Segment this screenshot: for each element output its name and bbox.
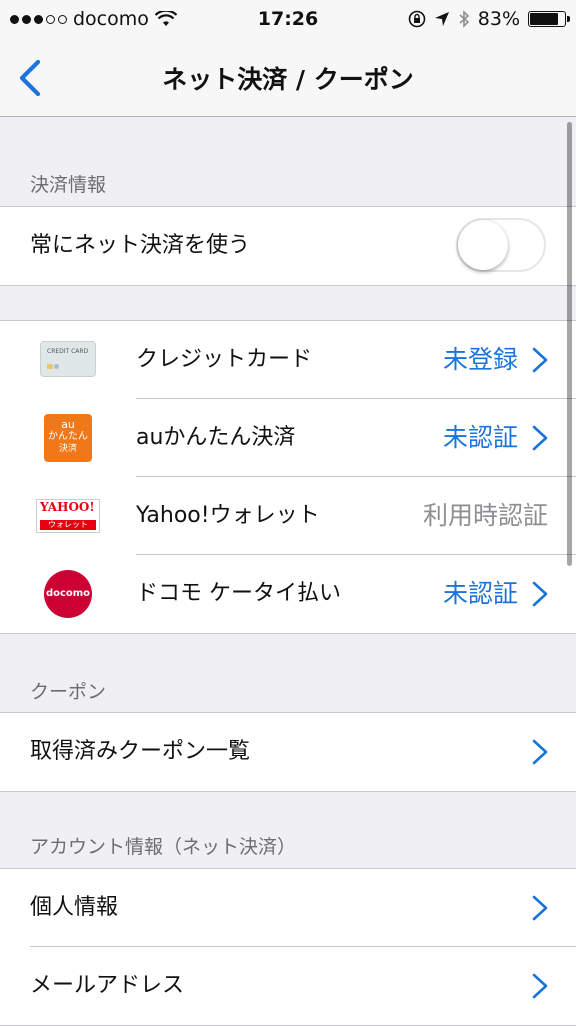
acquired-coupons-label: 取得済みクーポン一覧 <box>30 739 251 764</box>
au-easy-payment-logo: au かんたん 決済 <box>44 414 92 462</box>
bluetooth-icon <box>459 10 469 28</box>
rotation-lock-icon <box>408 10 426 28</box>
section-header-payment-info: 決済情報 <box>30 174 107 196</box>
coupon-group: 取得済みクーポン一覧 <box>0 712 576 792</box>
payment-method-docomo[interactable]: docomo ドコモ ケータイ払い 未認証 <box>0 555 576 633</box>
acquired-coupons-row[interactable]: 取得済みクーポン一覧 <box>0 713 576 791</box>
account-group: 個人情報 メールアドレス <box>0 868 576 1026</box>
credit-card-logo-text: CREDIT CARD <box>47 348 89 355</box>
section-header-account: アカウント情報（ネット決済） <box>30 836 297 858</box>
always-use-payment-label: 常にネット決済を使う <box>30 233 251 258</box>
payment-method-status: 未認証 <box>442 423 518 452</box>
chevron-right-icon <box>532 347 548 373</box>
payment-info-group: 常にネット決済を使う <box>0 206 576 286</box>
scrollbar[interactable] <box>567 122 572 566</box>
payment-method-yahoo-wallet: YAHOO! ウォレット Yahoo!ウォレット 利用時認証 <box>0 477 576 555</box>
chevron-right-icon <box>532 895 548 921</box>
payment-method-au[interactable]: au かんたん 決済 auかんたん決済 未認証 <box>0 399 576 477</box>
status-bar: docomo 17:26 83% <box>0 0 576 40</box>
chevron-right-icon <box>532 425 548 451</box>
battery-icon <box>528 11 570 27</box>
payment-methods-group: CREDIT CARD クレジットカード 未登録 au かんたん 決済 auかん… <box>0 320 576 634</box>
email-address-label: メールアドレス <box>30 973 185 998</box>
navigation-bar: ネット決済 / クーポン <box>0 40 576 117</box>
page-title: ネット決済 / クーポン <box>162 65 414 94</box>
personal-info-row[interactable]: 個人情報 <box>0 869 576 947</box>
payment-method-status: 未登録 <box>442 345 518 374</box>
email-address-row[interactable]: メールアドレス <box>0 947 576 1025</box>
always-use-payment-row: 常にネット決済を使う <box>0 207 576 285</box>
credit-card-logo: CREDIT CARD <box>40 341 96 377</box>
location-arrow-icon <box>434 12 449 26</box>
chevron-right-icon <box>532 739 548 765</box>
payment-method-label: ドコモ ケータイ払い <box>136 581 341 606</box>
payment-method-status: 利用時認証 <box>422 501 548 530</box>
payment-method-credit-card[interactable]: CREDIT CARD クレジットカード 未登録 <box>0 321 576 399</box>
always-use-payment-toggle[interactable] <box>456 218 546 272</box>
docomo-logo: docomo <box>44 570 92 618</box>
payment-method-status: 未認証 <box>442 579 518 608</box>
payment-method-label: auかんたん決済 <box>136 425 296 450</box>
toggle-knob <box>458 220 508 270</box>
payment-method-label: Yahoo!ウォレット <box>136 503 320 528</box>
payment-method-label: クレジットカード <box>136 347 313 372</box>
chevron-right-icon <box>532 973 548 999</box>
battery-percent: 83% <box>477 8 520 30</box>
personal-info-label: 個人情報 <box>30 895 119 920</box>
section-header-coupon: クーポン <box>30 681 107 703</box>
chevron-right-icon <box>532 581 548 607</box>
yahoo-wallet-logo: YAHOO! ウォレット <box>36 499 100 533</box>
